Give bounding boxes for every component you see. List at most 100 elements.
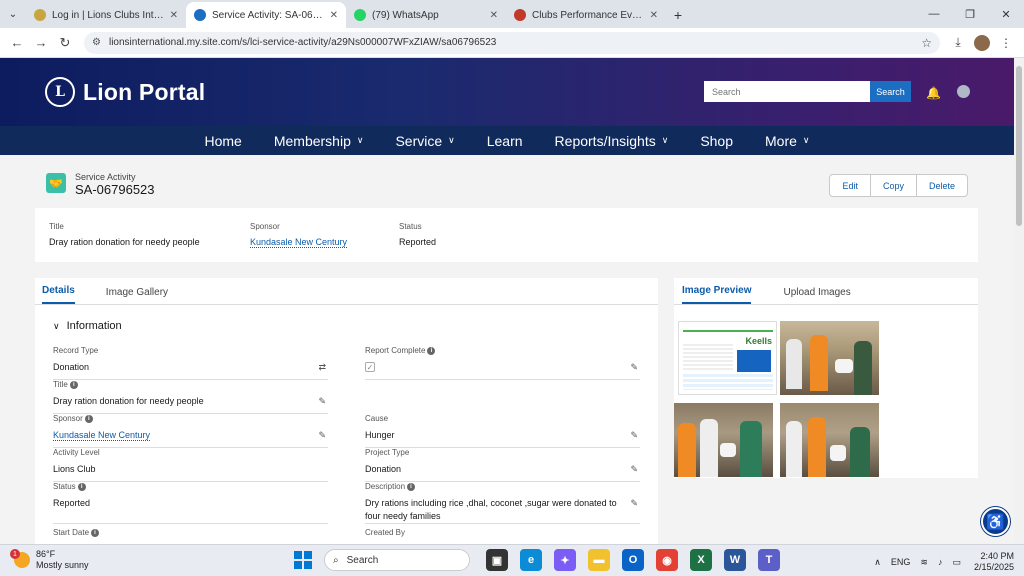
word-icon[interactable]: W bbox=[724, 549, 746, 571]
page-scrollbar[interactable] bbox=[1014, 58, 1024, 544]
forward-arrow-icon[interactable]: → bbox=[30, 32, 52, 54]
volume-icon[interactable]: ♪ bbox=[938, 557, 943, 567]
field-value: Hunger bbox=[365, 430, 395, 440]
wifi-icon[interactable]: ≋ bbox=[920, 557, 928, 568]
notification-bell-icon[interactable]: 🔔 bbox=[926, 86, 941, 100]
edit-pencil-icon[interactable]: ✎ bbox=[630, 362, 638, 373]
copy-button[interactable]: Copy bbox=[871, 175, 917, 196]
nav-service[interactable]: Service ∨ bbox=[395, 133, 454, 149]
chrome-icon[interactable]: ◉ bbox=[656, 549, 678, 571]
file-explorer-icon[interactable]: ▬ bbox=[588, 549, 610, 571]
tab-search-icon[interactable]: ⌄ bbox=[0, 0, 26, 28]
nav-shop[interactable]: Shop bbox=[700, 133, 733, 149]
close-tab-icon[interactable]: ✕ bbox=[490, 10, 498, 21]
edge-icon[interactable]: e bbox=[520, 549, 542, 571]
tab-image-preview[interactable]: Image Preview bbox=[682, 285, 752, 304]
search-input[interactable] bbox=[704, 81, 870, 102]
search-button[interactable]: Search bbox=[870, 81, 911, 102]
salesforce-favicon-icon bbox=[194, 9, 206, 21]
taskbar-search[interactable]: ⌕ Search bbox=[324, 549, 470, 571]
chevron-up-icon[interactable]: ∧ bbox=[874, 557, 881, 568]
battery-icon[interactable]: ▭ bbox=[952, 557, 961, 568]
back-arrow-icon[interactable]: ← bbox=[6, 32, 28, 54]
delete-button[interactable]: Delete bbox=[917, 175, 967, 196]
info-icon[interactable]: i bbox=[77, 482, 86, 491]
browser-tab-clubs-performance[interactable]: Clubs Performance Evaluation S... ✕ bbox=[506, 2, 666, 28]
field-label: Title bbox=[49, 222, 64, 231]
field-label: Report Complete bbox=[365, 346, 426, 355]
bookmark-star-icon[interactable]: ☆ bbox=[921, 36, 932, 50]
main-navigation: Home Membership ∨ Service ∨ Learn Reports/… bbox=[0, 126, 1014, 155]
site-info-icon[interactable]: ⚙ bbox=[92, 37, 101, 48]
language-indicator[interactable]: ENG bbox=[891, 557, 911, 567]
info-icon[interactable]: i bbox=[91, 528, 100, 537]
search-label: Search bbox=[346, 554, 379, 566]
edit-pencil-icon[interactable]: ✎ bbox=[630, 498, 638, 509]
portal-header: L Lion Portal Search 🔔 bbox=[0, 58, 1014, 126]
donation-photo-thumbnail[interactable] bbox=[674, 403, 773, 477]
sponsor-link[interactable]: Kundasale New Century bbox=[250, 237, 348, 248]
restore-icon[interactable]: ❐ bbox=[952, 0, 988, 28]
info-icon[interactable]: i bbox=[407, 482, 416, 491]
information-section-toggle[interactable]: ∨ Information bbox=[53, 320, 122, 332]
nav-learn[interactable]: Learn bbox=[487, 133, 523, 149]
highlights-panel: Title Dray ration donation for needy peo… bbox=[35, 208, 978, 262]
nav-more[interactable]: More ∨ bbox=[765, 133, 810, 149]
edit-pencil-icon[interactable]: ✎ bbox=[630, 430, 638, 441]
close-tab-icon[interactable]: ✕ bbox=[170, 10, 178, 21]
field-label: Created By bbox=[365, 528, 406, 537]
teams-icon[interactable]: T bbox=[758, 549, 780, 571]
field-title: Title i Dray ration donation for needy pe… bbox=[53, 380, 328, 414]
tab-image-gallery[interactable]: Image Gallery bbox=[106, 287, 168, 304]
field-description: Description i Dry rations including rice … bbox=[365, 482, 640, 524]
windows-start-icon[interactable] bbox=[294, 551, 312, 569]
tab-upload-images[interactable]: Upload Images bbox=[783, 287, 850, 304]
new-tab-button[interactable]: + bbox=[666, 2, 690, 28]
receipt-thumbnail[interactable]: Keells bbox=[678, 321, 777, 395]
reload-icon[interactable]: ↻ bbox=[54, 32, 76, 54]
outlook-icon[interactable]: O bbox=[622, 549, 644, 571]
browser-menu-icon[interactable]: ⋮ bbox=[994, 32, 1018, 54]
tab-title: (79) WhatsApp bbox=[372, 9, 439, 21]
field-status: Status i Reported bbox=[53, 482, 328, 524]
field-label: Record Type bbox=[53, 346, 99, 355]
excel-icon[interactable]: X bbox=[690, 549, 712, 571]
accessibility-icon[interactable]: ♿ bbox=[981, 507, 1010, 536]
report-complete-checkbox[interactable]: ✓ bbox=[365, 362, 375, 372]
scrollbar-thumb[interactable] bbox=[1016, 66, 1022, 226]
info-icon[interactable]: i bbox=[69, 380, 78, 389]
donation-photo-thumbnail[interactable] bbox=[780, 321, 879, 395]
field-label: Sponsor bbox=[53, 414, 83, 423]
change-record-type-icon[interactable]: ⇄ bbox=[318, 362, 326, 373]
nav-membership[interactable]: Membership ∨ bbox=[274, 133, 364, 149]
download-icon[interactable]: ⤓ bbox=[946, 32, 970, 54]
lion-portal-logo[interactable]: L Lion Portal bbox=[45, 77, 205, 107]
minimize-icon[interactable]: — bbox=[916, 0, 952, 28]
system-clock[interactable]: 2:40 PM 2/15/2025 bbox=[974, 551, 1014, 573]
edit-pencil-icon[interactable]: ✎ bbox=[318, 430, 326, 441]
edit-pencil-icon[interactable]: ✎ bbox=[318, 396, 326, 407]
nav-home[interactable]: Home bbox=[204, 133, 241, 149]
nav-reports-insights[interactable]: Reports/Insights ∨ bbox=[555, 133, 669, 149]
browser-tab-whatsapp[interactable]: (79) WhatsApp ✕ bbox=[346, 2, 506, 28]
tab-details[interactable]: Details bbox=[42, 285, 75, 304]
donation-photo-thumbnail[interactable] bbox=[780, 403, 879, 477]
info-icon[interactable]: i bbox=[84, 414, 93, 423]
sponsor-link[interactable]: Kundasale New Century bbox=[53, 430, 151, 441]
url-field[interactable]: ⚙ lionsinternational.my.site.com/s/lci-s… bbox=[84, 31, 940, 54]
record-object-type: Service Activity bbox=[75, 172, 136, 182]
edit-button[interactable]: Edit bbox=[830, 175, 871, 196]
close-tab-icon[interactable]: ✕ bbox=[330, 10, 338, 21]
info-icon[interactable]: i bbox=[427, 346, 436, 355]
close-tab-icon[interactable]: ✕ bbox=[650, 10, 658, 21]
field-record-type: Record Type Donation ⇄ bbox=[53, 346, 328, 380]
copilot-icon[interactable]: ✦ bbox=[554, 549, 576, 571]
browser-tab-login[interactable]: Log in | Lions Clubs Internationa... ✕ bbox=[26, 2, 186, 28]
browser-tab-service-activity[interactable]: Service Activity: SA-06796523 ✕ bbox=[186, 2, 346, 28]
close-window-icon[interactable]: ✕ bbox=[988, 0, 1024, 28]
edit-pencil-icon[interactable]: ✎ bbox=[630, 464, 638, 475]
task-view-icon[interactable]: ▣ bbox=[486, 549, 508, 571]
weather-widget[interactable]: 1 86°F Mostly sunny bbox=[10, 549, 89, 571]
user-avatar[interactable] bbox=[957, 85, 970, 98]
profile-avatar[interactable] bbox=[974, 34, 990, 51]
